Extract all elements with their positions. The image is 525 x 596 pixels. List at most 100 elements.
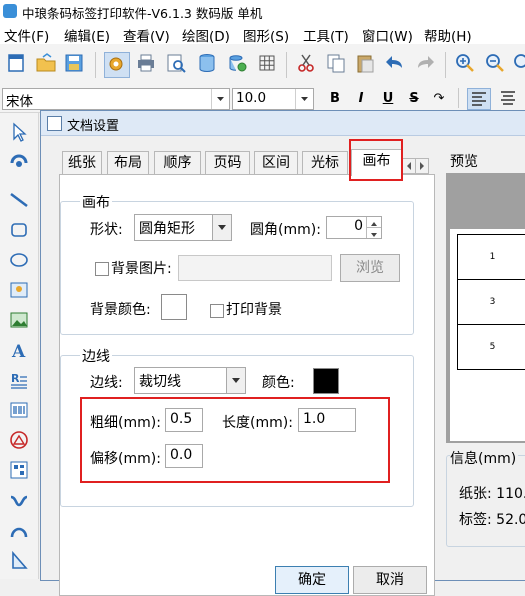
grid-icon[interactable] [256, 52, 280, 76]
font-name-select[interactable]: 宋体 [2, 88, 230, 110]
dialog-title-bar: 文档设置 [41, 111, 525, 136]
open-folder-icon[interactable] [35, 52, 59, 76]
print-preview-icon[interactable] [165, 52, 189, 76]
zoom-in-icon[interactable] [454, 52, 478, 76]
font-size-select[interactable]: 10.0 [232, 88, 314, 110]
preview-label-1: 1 [457, 234, 525, 280]
bg-image-checkbox[interactable] [95, 262, 109, 276]
copy-icon[interactable] [325, 52, 349, 76]
bold-button[interactable]: B [326, 91, 344, 106]
shape-value: 圆角矩形 [139, 221, 195, 237]
active-tab-highlight [349, 139, 403, 181]
undo-icon[interactable] [384, 52, 408, 76]
border-color-label: 颜色: [262, 375, 295, 391]
database-icon[interactable] [196, 52, 220, 76]
info-paper-size: 纸张: 110. [459, 486, 525, 502]
menu-window[interactable]: 窗口(W) [362, 25, 413, 45]
image-tool-icon[interactable] [8, 279, 30, 301]
bg-color-swatch[interactable] [161, 294, 187, 320]
tab-scroll-left-icon[interactable] [402, 158, 416, 174]
border-color-swatch[interactable] [313, 368, 339, 394]
shape-label: 形状: [90, 222, 123, 238]
italic-button[interactable]: I [352, 91, 370, 106]
menu-tools[interactable]: 工具(T) [303, 25, 349, 45]
save-icon[interactable] [63, 52, 87, 76]
print-bg-checkbox[interactable] [210, 304, 224, 318]
border-type-select[interactable]: 裁切线 [134, 367, 246, 394]
preview-area: 1 3 5 [446, 173, 525, 443]
database-settings-icon[interactable] [226, 52, 250, 76]
print-icon[interactable] [135, 52, 159, 76]
chevron-down-icon[interactable] [226, 368, 245, 393]
menu-shape[interactable]: 图形(S) [243, 25, 289, 45]
tab-cursor[interactable]: 光标 [302, 151, 348, 174]
spin-down-icon[interactable] [366, 228, 381, 238]
tab-scroll-right-icon[interactable] [415, 158, 429, 174]
dialog-title: 文档设置 [67, 119, 120, 134]
line-tool-icon[interactable] [8, 189, 30, 211]
menu-file[interactable]: 文件(F) [4, 25, 49, 45]
format-toolbar: 宋体 10.0 B I U S ↷ [0, 86, 525, 113]
rich-text-tool-icon[interactable]: R [8, 369, 30, 391]
browse-button[interactable]: 浏览 [340, 254, 400, 282]
cancel-button[interactable]: 取消 [353, 566, 427, 594]
rotate-tool-icon[interactable] [8, 150, 30, 172]
qr-code-tool-icon[interactable] [8, 459, 30, 481]
preview-title: 预览 [450, 154, 478, 170]
border-type-value: 裁切线 [139, 374, 181, 390]
chevron-down-icon[interactable] [211, 89, 229, 109]
tab-paper[interactable]: 纸张 [62, 151, 102, 174]
curve-tool-icon[interactable] [8, 489, 30, 511]
zoom-out-icon[interactable] [484, 52, 508, 76]
radius-input[interactable]: 0 [326, 216, 382, 239]
tab-layout[interactable]: 布局 [107, 151, 149, 174]
ellipse-tool-icon[interactable] [8, 249, 30, 271]
text-tool-icon[interactable]: A [8, 339, 30, 362]
border-type-label: 边线: [90, 375, 123, 391]
print-bg-label: 打印背景 [226, 302, 282, 318]
rectangle-tool-icon[interactable] [8, 219, 30, 241]
redo-icon[interactable] [414, 52, 438, 76]
bg-image-label: 背景图片: [111, 261, 172, 277]
spin-up-icon[interactable] [366, 217, 381, 228]
ok-button[interactable]: 确定 [275, 566, 349, 594]
chevron-down-icon[interactable] [212, 215, 231, 240]
new-file-icon[interactable] [5, 52, 29, 76]
polygon-tool-icon[interactable] [8, 549, 30, 571]
char-spacing-icon[interactable]: ↷ [430, 91, 448, 106]
tab-range[interactable]: 区间 [254, 151, 298, 174]
canvas-group-title: 画布 [80, 192, 112, 212]
menu-draw[interactable]: 绘图(D) [182, 25, 230, 45]
settings-gear-icon[interactable] [104, 52, 130, 78]
info-title: 信息(mm) [450, 448, 519, 468]
title-bar: 中琅条码标签打印软件-V6.1.3 数码版 单机 [0, 0, 525, 22]
menu-view[interactable]: 查看(V) [123, 25, 170, 45]
tab-page-number[interactable]: 页码 [205, 151, 250, 174]
strikethrough-button[interactable]: S [405, 91, 423, 106]
select-arrow-icon[interactable] [8, 121, 30, 143]
radius-value: 0 [354, 218, 363, 234]
align-center-icon[interactable] [497, 88, 519, 108]
underline-button[interactable]: U [379, 91, 397, 106]
paste-icon[interactable] [354, 52, 378, 76]
picture-tool-icon[interactable] [8, 309, 30, 331]
menu-help[interactable]: 帮助(H) [424, 25, 472, 45]
shape-tool-icon[interactable] [8, 429, 30, 451]
arc-tool-icon[interactable] [8, 519, 30, 541]
zoom-fit-icon[interactable] [512, 52, 525, 76]
border-params-highlight [80, 397, 390, 483]
radius-label: 圆角(mm): [250, 222, 321, 238]
shape-select[interactable]: 圆角矩形 [134, 214, 232, 241]
preview-label-5: 5 [457, 324, 525, 370]
menu-edit[interactable]: 编辑(E) [64, 25, 110, 45]
chevron-down-icon[interactable] [295, 89, 313, 109]
barcode-tool-icon[interactable] [8, 399, 30, 421]
bg-color-label: 背景颜色: [90, 302, 151, 318]
tab-order[interactable]: 顺序 [154, 151, 201, 174]
document-settings-dialog: 文档设置 纸张 布局 顺序 页码 区间 光标 画布 画布 形状: 圆角矩形 圆角… [40, 110, 525, 596]
bg-image-path-input[interactable] [178, 255, 332, 281]
font-name-value: 宋体 [6, 94, 33, 110]
cut-icon[interactable] [295, 52, 319, 76]
window-title: 中琅条码标签打印软件-V6.1.3 数码版 单机 [22, 6, 263, 21]
align-left-icon[interactable] [467, 88, 491, 110]
